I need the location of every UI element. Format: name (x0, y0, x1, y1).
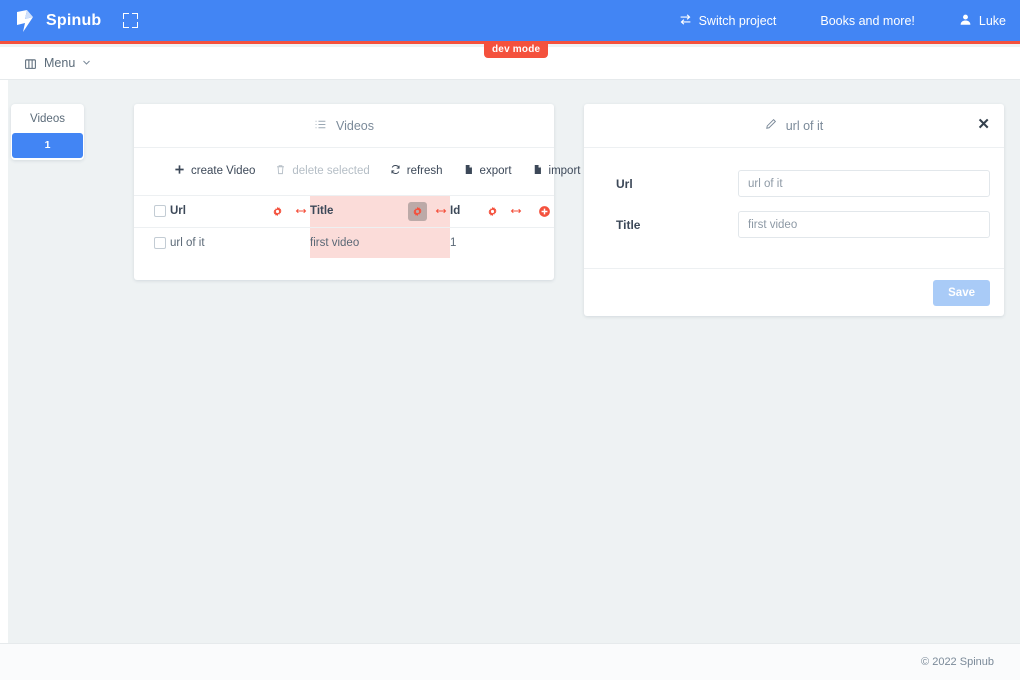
edit-panel: url of it ✕ Url url of it Title first vi… (584, 104, 1004, 316)
books-label: Books and more! (820, 14, 915, 28)
create-video-label: create Video (191, 165, 255, 177)
column-label-id: Id (450, 205, 479, 217)
menu-dropdown-button[interactable]: Menu (24, 56, 91, 70)
videos-card-title-label: Videos (336, 119, 374, 133)
top-navbar: Spinub Switch project Books and more! (0, 0, 1020, 44)
row-select-cell (134, 227, 170, 258)
videos-table-head: Url (134, 196, 554, 227)
cell-title[interactable]: first video (310, 227, 450, 258)
table-header-row: Url (134, 196, 554, 227)
navbar-right: Switch project Books and more! Luke (679, 13, 1020, 29)
form-row-url: Url url of it (602, 170, 990, 197)
select-all-cell (134, 196, 170, 227)
export-label: export (480, 165, 512, 177)
pencil-icon (765, 118, 786, 133)
edit-panel-title-label: url of it (786, 119, 824, 133)
create-video-button[interactable]: create Video (164, 158, 265, 184)
file-export-icon (463, 164, 480, 178)
form-label-title: Title (602, 218, 738, 232)
user-name-label: Luke (979, 14, 1006, 28)
column-label-url: Url (170, 205, 264, 217)
edit-panel-header: url of it ✕ (584, 104, 1004, 148)
refresh-button[interactable]: refresh (380, 158, 453, 184)
resize-horizontal-icon[interactable] (291, 202, 310, 221)
refresh-label: refresh (407, 165, 443, 177)
videos-card-title: Videos (314, 118, 374, 134)
gear-icon[interactable] (408, 202, 427, 221)
person-icon (959, 13, 979, 29)
refresh-icon (390, 164, 407, 178)
select-all-checkbox[interactable] (154, 205, 166, 217)
sidebar-entity-count[interactable]: 1 (12, 133, 83, 158)
table-row[interactable]: url of it first video 1 (134, 227, 554, 258)
cell-url[interactable]: url of it (170, 227, 310, 258)
list-icon (314, 118, 336, 134)
sidebar-entity-videos[interactable]: Videos 1 (11, 104, 84, 160)
delete-selected-label: delete selected (292, 165, 369, 177)
videos-card: Videos create Video delete selected (134, 104, 554, 280)
edit-panel-title: url of it (765, 118, 824, 133)
column-header-url[interactable]: Url (170, 196, 310, 227)
dev-mode-badge: dev mode (484, 42, 548, 58)
column-header-id[interactable]: Id (450, 196, 554, 227)
row-checkbox[interactable] (154, 237, 166, 249)
url-field[interactable]: url of it (738, 170, 990, 197)
gear-icon[interactable] (268, 202, 287, 221)
plus-icon (174, 164, 191, 178)
page-body: Videos 1 Videos create Video (0, 80, 1020, 643)
sidebar-entity-label: Videos (11, 104, 84, 133)
resize-horizontal-icon[interactable] (506, 202, 525, 221)
columns-icon (24, 57, 37, 70)
column-header-title[interactable]: Title (310, 196, 450, 227)
import-label: import (549, 165, 581, 177)
brand[interactable]: Spinub (0, 8, 101, 34)
title-field[interactable]: first video (738, 211, 990, 238)
add-column-icon[interactable] (535, 202, 554, 221)
videos-table: Url (134, 196, 554, 258)
videos-table-body: url of it first video 1 (134, 227, 554, 258)
page-footer: © 2022 Spinub (0, 643, 1020, 680)
copyright-label: © 2022 Spinub (921, 656, 1020, 668)
videos-toolbar: create Video delete selected refresh (134, 148, 554, 196)
trash-icon (275, 164, 292, 178)
column-label-title: Title (310, 205, 404, 217)
resize-horizontal-icon[interactable] (431, 202, 450, 221)
swap-arrows-icon (679, 13, 699, 29)
left-rail (0, 80, 8, 643)
user-menu[interactable]: Luke (959, 13, 1006, 29)
brand-name: Spinub (46, 12, 101, 30)
fullscreen-expand-icon[interactable] (123, 13, 138, 28)
gear-icon[interactable] (483, 202, 502, 221)
close-icon[interactable]: ✕ (977, 117, 990, 132)
menu-label: Menu (44, 56, 75, 70)
chevron-down-icon (82, 56, 91, 70)
export-button[interactable]: export (453, 158, 522, 184)
videos-card-header: Videos (134, 104, 554, 148)
form-row-title: Title first video (602, 211, 990, 238)
cell-id[interactable]: 1 (450, 227, 554, 258)
videos-table-footer (134, 258, 554, 280)
edit-form: Url url of it Title first video (584, 148, 1004, 268)
file-import-icon (532, 164, 549, 178)
edit-panel-footer: Save (584, 268, 1004, 316)
switch-project-button[interactable]: Switch project (679, 13, 777, 29)
switch-project-label: Switch project (699, 14, 777, 28)
books-and-more-link[interactable]: Books and more! (820, 14, 915, 28)
spinub-logo-icon (12, 8, 38, 34)
import-button[interactable]: import (522, 158, 591, 184)
form-label-url: Url (602, 177, 738, 191)
save-button[interactable]: Save (933, 280, 990, 306)
delete-selected-button[interactable]: delete selected (265, 158, 379, 184)
